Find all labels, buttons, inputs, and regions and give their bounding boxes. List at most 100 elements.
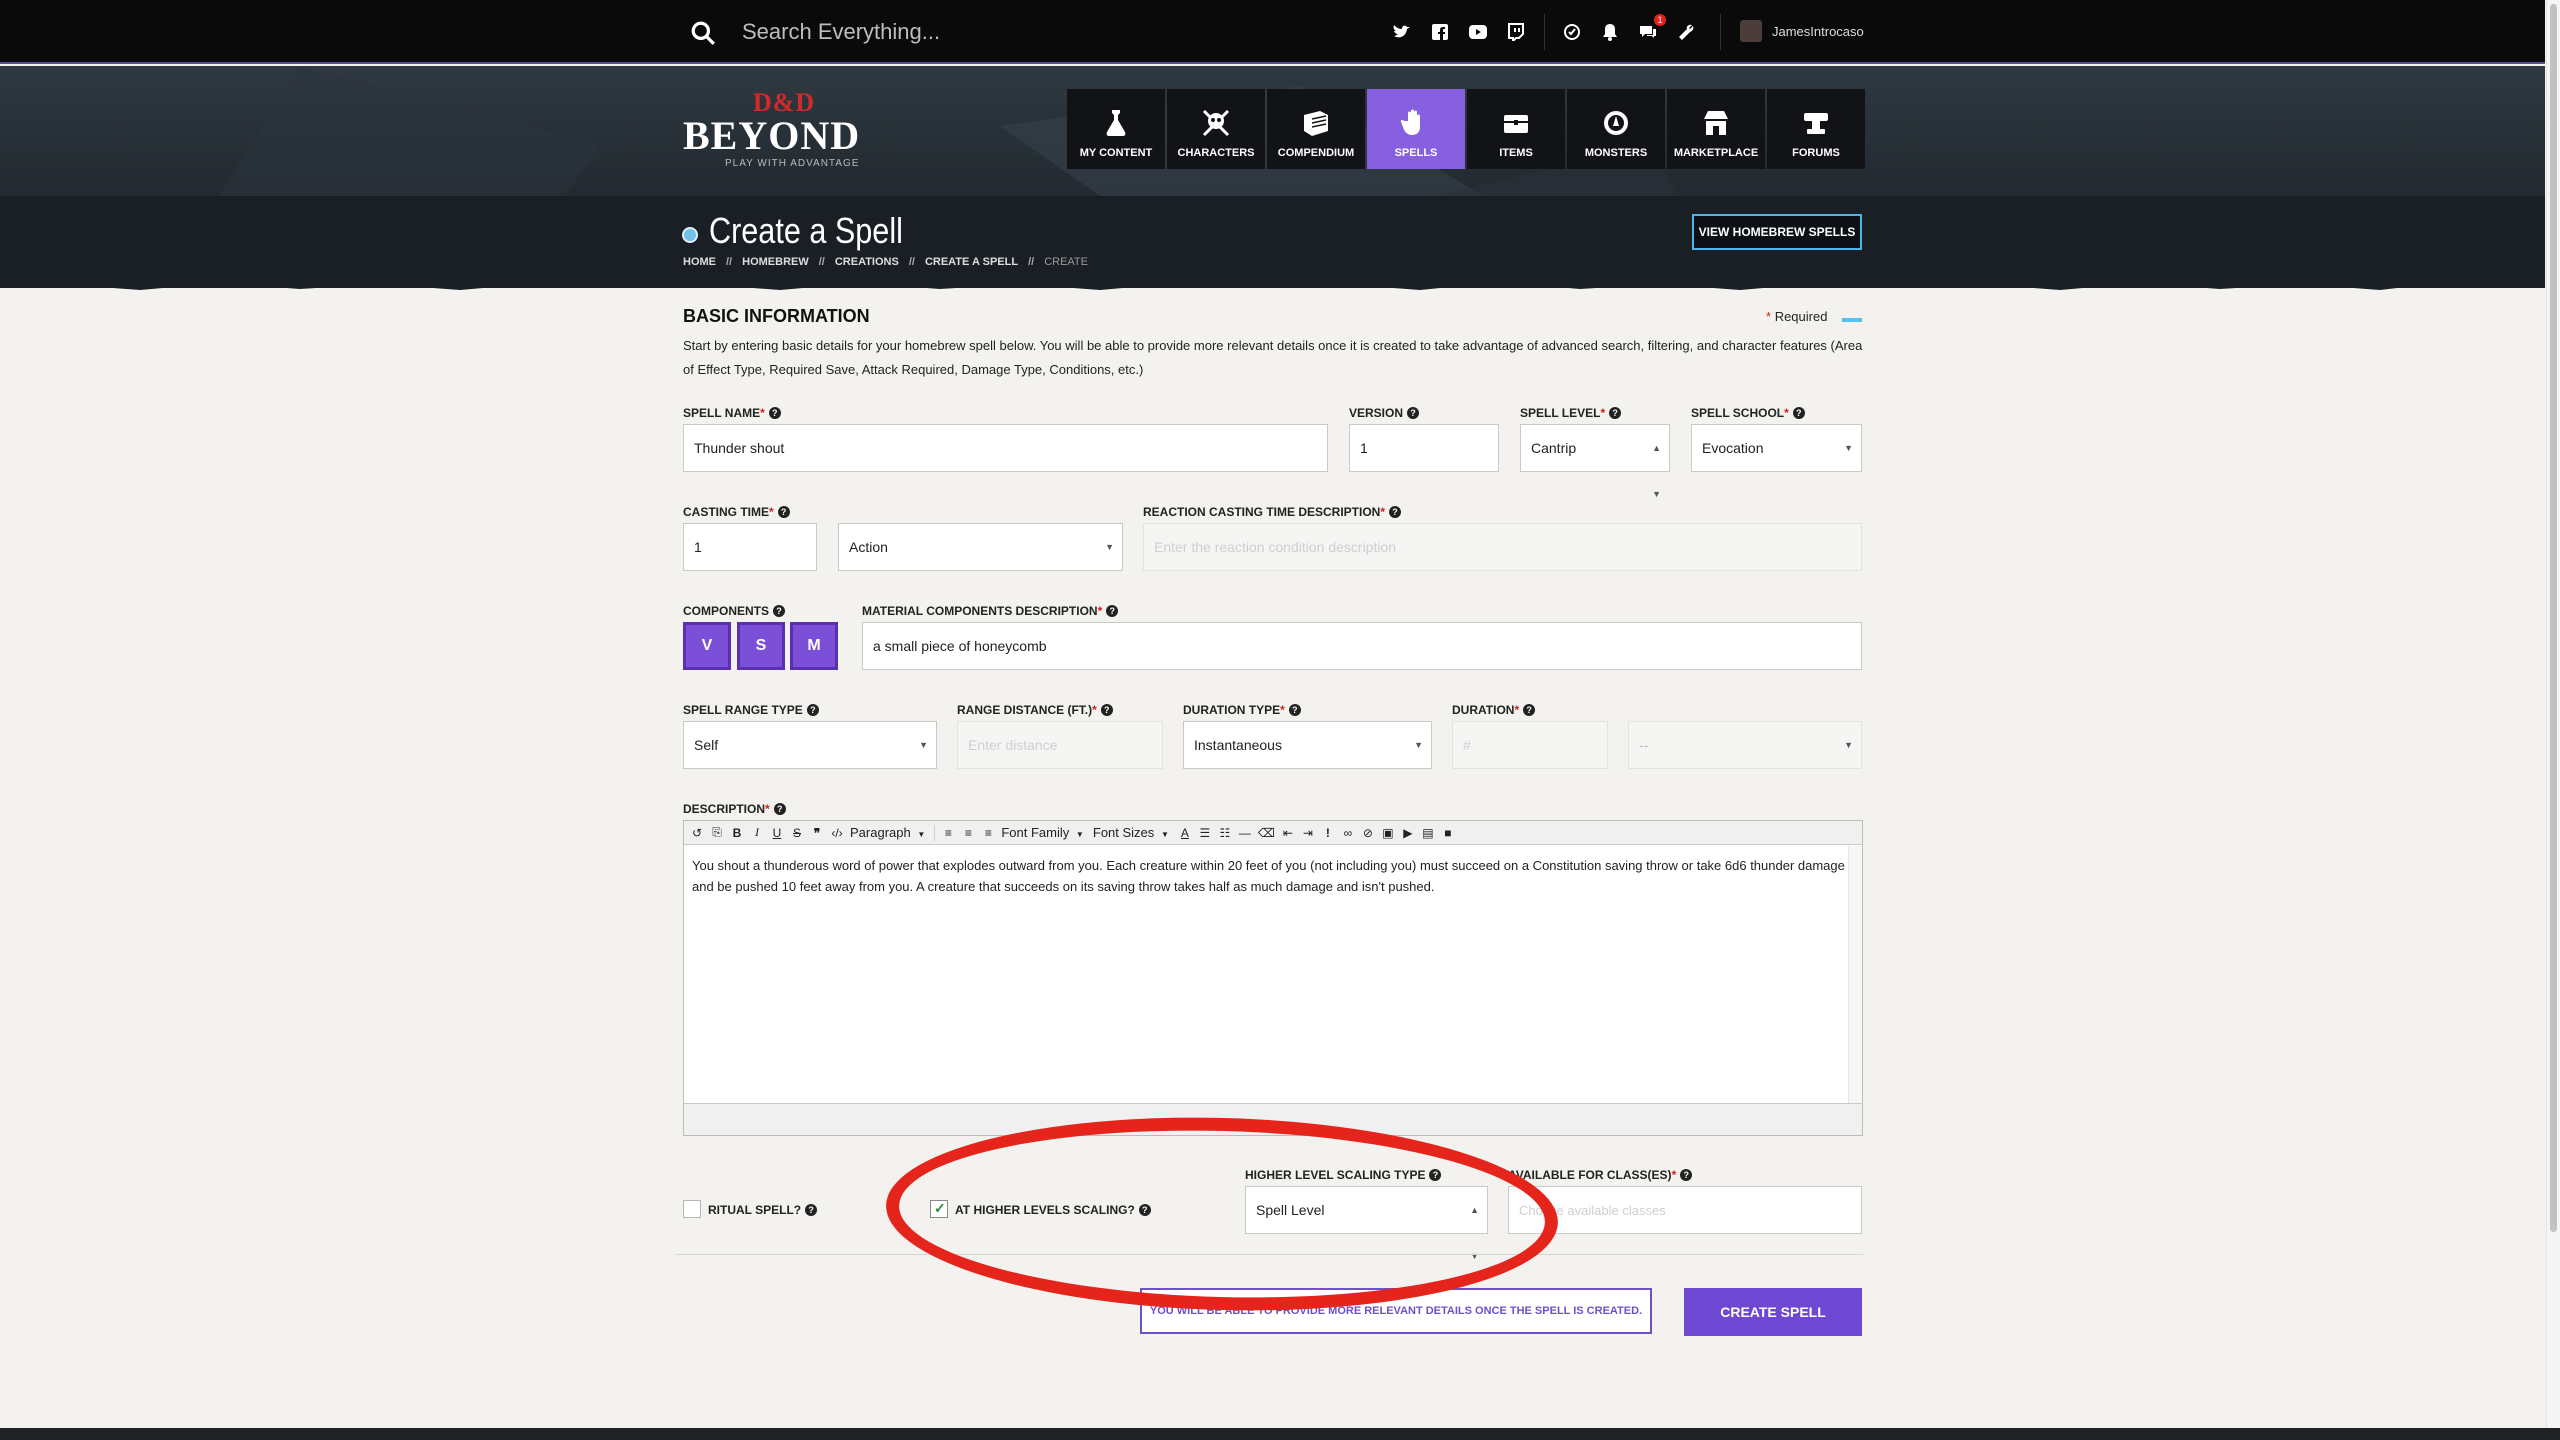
component-material-button[interactable]: M (790, 622, 838, 670)
description-text-area[interactable]: You shout a thunderous word of power tha… (684, 845, 1862, 1103)
component-verbal-button[interactable]: V (683, 622, 731, 670)
duration-unit-select[interactable]: -- ▼ (1628, 721, 1862, 769)
image-icon[interactable]: ▣ (1381, 826, 1395, 840)
nav-marketplace[interactable]: MARKETPLACE (1667, 89, 1765, 169)
help-icon[interactable]: ? (1407, 407, 1420, 419)
outdent-icon[interactable]: ⇤ (1281, 826, 1295, 840)
nav-spells[interactable]: SPELLS (1367, 89, 1465, 169)
help-icon[interactable]: ? (1100, 704, 1113, 716)
help-icon[interactable]: ? (773, 803, 786, 815)
classes-input[interactable] (1508, 1186, 1862, 1234)
twitter-icon[interactable] (1390, 20, 1414, 44)
strikethrough-icon[interactable]: S (790, 826, 804, 840)
paragraph-format-dropdown[interactable]: Paragraph ▼ (850, 825, 928, 840)
italic-icon[interactable]: I (750, 825, 764, 840)
help-icon[interactable]: ? (806, 704, 819, 716)
indent-icon[interactable]: ⇥ (1301, 826, 1315, 840)
fullscreen-icon[interactable]: ■ (1441, 826, 1455, 840)
bell-icon[interactable] (1598, 20, 1622, 44)
search-input[interactable] (742, 14, 1262, 50)
font-sizes-dropdown[interactable]: Font Sizes ▼ (1093, 825, 1172, 840)
user-menu[interactable]: JamesIntrocaso (1740, 20, 1864, 42)
help-icon[interactable]: ? (1106, 605, 1119, 617)
exclamation-icon[interactable]: ! (1321, 826, 1335, 840)
help-icon[interactable]: ? (1523, 704, 1536, 716)
help-icon[interactable]: ? (773, 605, 786, 617)
video-icon[interactable]: ▶ (1401, 826, 1415, 840)
help-icon[interactable]: ? (768, 407, 781, 419)
duration-input[interactable] (1452, 721, 1608, 769)
nav-forums[interactable]: FORUMS (1767, 89, 1865, 169)
unlink-icon[interactable]: ⊘ (1361, 826, 1375, 840)
numbered-list-icon[interactable]: ☷ (1218, 826, 1232, 840)
nav-items[interactable]: ITEMS (1467, 89, 1565, 169)
underline-icon[interactable]: U (770, 826, 784, 840)
classes-label: AVAILABLE FOR CLASS(ES)*? (1508, 1168, 1693, 1182)
help-icon[interactable]: ? (1792, 407, 1805, 419)
help-icon[interactable]: ? (1609, 407, 1622, 419)
casting-time-unit-select[interactable]: Action ▼ (838, 523, 1123, 571)
breadcrumb-homebrew[interactable]: HOMEBREW (742, 256, 809, 268)
casting-time-input[interactable] (683, 523, 817, 571)
bullet-list-icon[interactable]: ☰ (1198, 826, 1212, 840)
nav-my-content[interactable]: MY CONTENT (1067, 89, 1165, 169)
help-icon[interactable]: ? (805, 1204, 818, 1216)
horizontal-rule-icon[interactable]: — (1238, 826, 1252, 840)
help-icon[interactable]: ? (1429, 1169, 1442, 1181)
page-scrollbar-thumb[interactable] (2550, 4, 2557, 1232)
spell-level-select[interactable]: Cantrip ▲ ▼ (1520, 424, 1670, 499)
help-icon[interactable]: ? (1389, 506, 1402, 518)
twitch-icon[interactable] (1504, 20, 1528, 44)
higher-levels-scaling-checkbox[interactable]: ✓ (930, 1200, 948, 1218)
nav-label: CHARACTERS (1177, 147, 1255, 159)
font-family-dropdown[interactable]: Font Family ▼ (1001, 825, 1087, 840)
dndbeyond-logo[interactable]: D&D BEYOND PLAY WITH ADVANTAGE (683, 88, 883, 172)
version-input[interactable] (1349, 424, 1499, 472)
nav-label: MY CONTENT (1079, 147, 1153, 159)
create-spell-button[interactable]: CREATE SPELL (1684, 1288, 1862, 1336)
username: JamesIntrocaso (1772, 23, 1864, 39)
ritual-spell-checkbox[interactable] (683, 1200, 701, 1218)
eraser-icon[interactable]: ⌫ (1258, 826, 1275, 840)
text-color-icon[interactable]: A (1178, 826, 1192, 840)
align-center-icon[interactable]: ≡ (961, 826, 975, 840)
facebook-icon[interactable] (1428, 20, 1452, 44)
help-icon[interactable]: ? (1288, 704, 1301, 716)
range-distance-input[interactable] (957, 721, 1163, 769)
spell-name-input[interactable] (683, 424, 1328, 472)
help-icon[interactable]: ? (1680, 1169, 1693, 1181)
paste-icon[interactable]: ⎘ (710, 825, 724, 840)
help-icon[interactable]: ? (777, 506, 790, 518)
editor-scrollbar[interactable] (1848, 846, 1862, 1104)
scaling-type-select[interactable]: Spell Level ▲ ▼ (1245, 1186, 1488, 1261)
dropdown-label: Font Family (1001, 825, 1070, 840)
help-icon[interactable]: ? (1138, 1204, 1151, 1216)
breadcrumb-home[interactable]: HOME (683, 256, 716, 268)
dnd-logo-icon[interactable] (1560, 20, 1584, 44)
youtube-icon[interactable] (1466, 20, 1490, 44)
material-description-input[interactable] (862, 622, 1862, 670)
nav-monsters[interactable]: MONSTERS (1567, 89, 1665, 169)
form-divider (675, 1254, 1863, 1255)
align-right-icon[interactable]: ≡ (981, 826, 995, 840)
document-icon[interactable]: ▤ (1421, 826, 1435, 840)
align-left-icon[interactable]: ≡ (941, 826, 955, 840)
blockquote-icon[interactable]: ❞ (810, 826, 824, 840)
code-icon[interactable]: ‹/› (830, 826, 844, 840)
range-type-select[interactable]: Self ▼ (683, 721, 937, 769)
bold-icon[interactable]: B (730, 826, 744, 840)
view-homebrew-spells-button[interactable]: VIEW HOMEBREW SPELLS (1692, 214, 1862, 250)
breadcrumb-creations[interactable]: CREATIONS (835, 256, 899, 268)
nav-characters[interactable]: CHARACTERS (1167, 89, 1265, 169)
component-somatic-button[interactable]: S (737, 622, 785, 670)
spell-school-select[interactable]: Evocation ▼ (1691, 424, 1862, 472)
undo-icon[interactable]: ↺ (690, 826, 704, 840)
link-icon[interactable]: ∞ (1341, 826, 1355, 840)
nav-compendium[interactable]: COMPENDIUM (1267, 89, 1365, 169)
chat-icon[interactable]: 1 (1636, 14, 1666, 44)
wrench-icon[interactable] (1674, 20, 1698, 44)
search-icon[interactable] (690, 20, 716, 46)
reaction-description-input[interactable] (1143, 523, 1862, 571)
duration-type-select[interactable]: Instantaneous ▼ (1183, 721, 1432, 769)
breadcrumb-create-a-spell[interactable]: CREATE A SPELL (925, 256, 1018, 268)
